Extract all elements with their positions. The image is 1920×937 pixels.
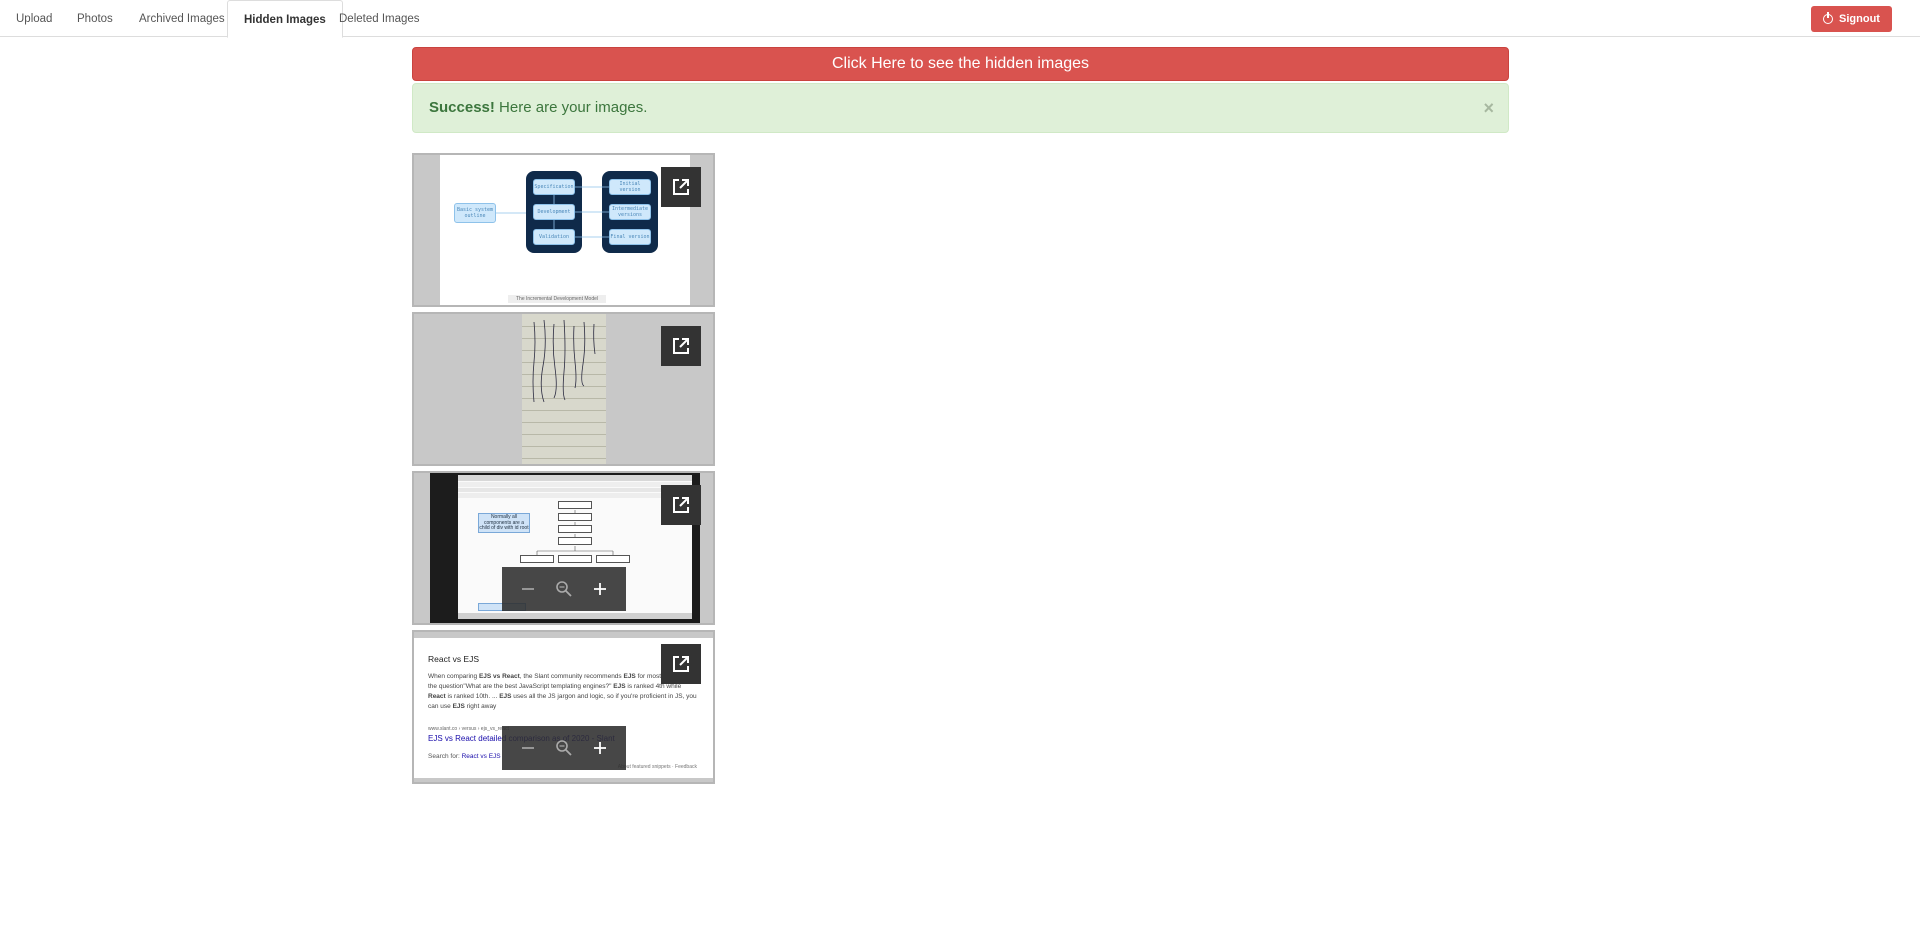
snippet-bold: EJS [499, 693, 512, 701]
snippet-text: , the Slant community recommends [519, 673, 624, 680]
snippet-bold: EJS [613, 683, 626, 691]
show-hidden-images-button[interactable]: Click Here to see the hidden images [412, 47, 1509, 81]
zoom-icon [556, 581, 572, 597]
zoom-reset-button[interactable] [550, 575, 578, 603]
diagram-caption: The Incremental Development Model [508, 295, 606, 303]
snippet-title: React vs EJS [428, 654, 480, 664]
zoom-controls [502, 567, 626, 611]
snippet-body: When comparing EJS vs React, the Slant c… [428, 672, 699, 712]
search-for-link: React vs EJS [461, 753, 501, 761]
snippet-bold: React [428, 693, 446, 701]
close-alert-button[interactable]: × [1483, 84, 1494, 132]
power-icon [1823, 12, 1834, 24]
open-in-new-icon [673, 338, 689, 354]
zoom-out-button[interactable] [514, 575, 542, 603]
snippet-text: right away [464, 703, 497, 711]
signout-label: Signout [1839, 13, 1880, 25]
zoom-out-button[interactable] [514, 734, 542, 762]
handwriting [532, 319, 596, 403]
image-thumbnail: Basic system outline Specification Devel… [440, 155, 690, 305]
image-card[interactable] [412, 312, 715, 466]
image-thumbnail [522, 314, 606, 464]
open-image-button[interactable] [661, 326, 701, 366]
search-for-label: Search for: [428, 753, 462, 761]
image-card[interactable]: React vs EJS When comparing EJS vs React… [412, 630, 715, 784]
alert-message: Here are your images. [499, 99, 648, 116]
open-in-new-icon [673, 656, 689, 672]
signout-button[interactable]: Signout [1811, 6, 1892, 32]
tab-photos[interactable]: Photos [61, 0, 129, 37]
open-image-button[interactable] [661, 485, 701, 525]
tab-deleted-images[interactable]: Deleted Images [323, 0, 436, 37]
tab-archived-images[interactable]: Archived Images [123, 0, 241, 37]
zoom-icon [556, 740, 572, 756]
open-in-new-icon [673, 497, 689, 513]
plus-icon [594, 583, 606, 595]
snippet-footer: About featured snippets · Feedback [617, 764, 697, 770]
tab-upload[interactable]: Upload [0, 0, 68, 37]
plus-icon [594, 742, 606, 754]
diagram-arrows [496, 186, 609, 238]
tab-bar: Upload Photos Archived Images Hidden Ima… [0, 0, 1920, 38]
success-alert: Success! Here are your images. × [412, 83, 1509, 133]
snippet-bold: EJS [452, 703, 465, 711]
snippet-bold: EJS vs React [478, 673, 520, 680]
snippet-text: is ranked 10th. ... [445, 693, 500, 701]
image-card[interactable]: Basic system outline Specification Devel… [412, 153, 715, 307]
zoom-controls [502, 726, 626, 770]
zoom-reset-button[interactable] [550, 734, 578, 762]
zoom-in-button[interactable] [586, 734, 614, 762]
open-in-new-icon [673, 179, 689, 195]
minus-icon [522, 588, 534, 590]
zoom-in-button[interactable] [586, 575, 614, 603]
snippet-bold: EJS [623, 673, 636, 680]
open-image-button[interactable] [661, 644, 701, 684]
snippet-text: When comparing [428, 673, 479, 680]
open-image-button[interactable] [661, 167, 701, 207]
alert-strong: Success! [429, 99, 495, 116]
minus-icon [522, 747, 534, 749]
image-card[interactable]: Normally all components are a child of d… [412, 471, 715, 625]
snippet-text: is ranked 4th while [625, 683, 682, 691]
